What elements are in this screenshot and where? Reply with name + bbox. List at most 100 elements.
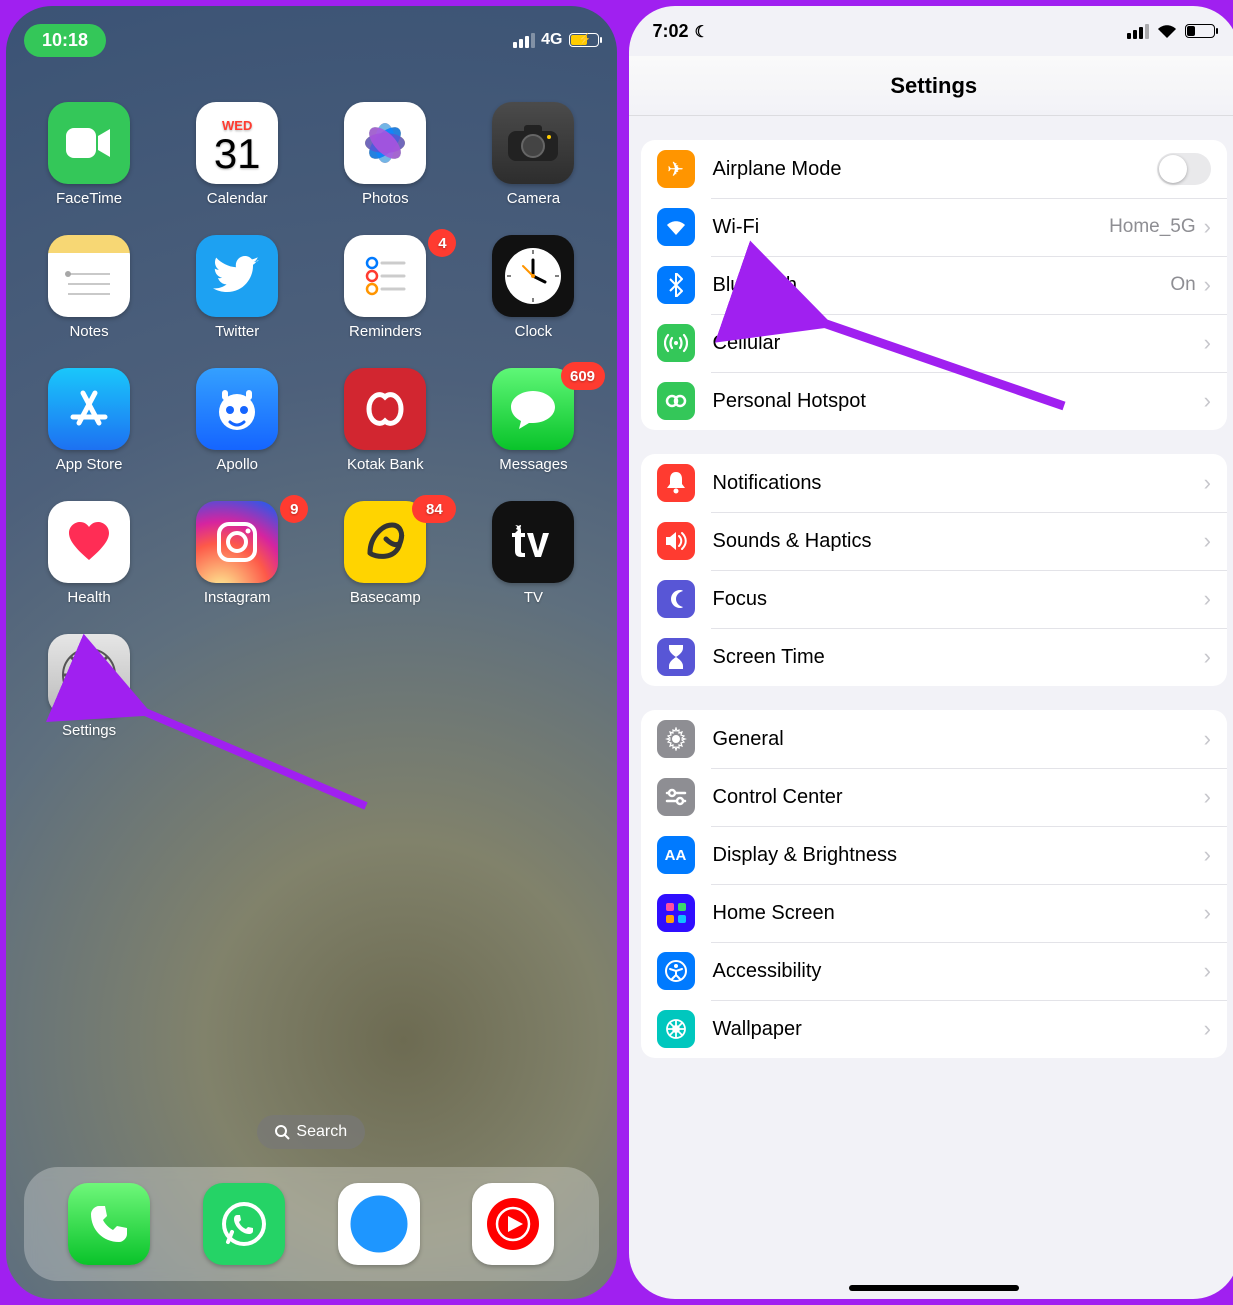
tv-icon: [492, 501, 574, 583]
app-whatsapp[interactable]: [203, 1183, 285, 1265]
app-label: Reminders: [349, 323, 422, 340]
row-value: Home_5G: [1109, 216, 1196, 238]
chevron-right-icon: ›: [1204, 272, 1211, 298]
app-label: Instagram: [204, 589, 271, 606]
cellular-icon: [657, 324, 695, 362]
row-focus[interactable]: Focus›: [641, 570, 1228, 628]
app-settings[interactable]: Settings: [24, 634, 154, 739]
display-icon: AA: [657, 836, 695, 874]
search-icon: [275, 1125, 290, 1140]
app-clock[interactable]: Clock: [468, 235, 598, 340]
page-title: Settings: [629, 56, 1233, 116]
row-label: Wallpaper: [713, 1018, 1204, 1041]
focus-moon-icon: ☾: [695, 24, 709, 41]
app-label: Twitter: [215, 323, 259, 340]
row-sounds[interactable]: Sounds & Haptics›: [641, 512, 1228, 570]
app-instagram[interactable]: 9Instagram: [172, 501, 302, 606]
row-screentime[interactable]: Screen Time›: [641, 628, 1228, 686]
row-airplane[interactable]: ✈ Airplane Mode: [641, 140, 1228, 198]
app-calendar[interactable]: WED31 Calendar: [172, 102, 302, 207]
settings-icon: [48, 634, 130, 716]
row-label: Display & Brightness: [713, 844, 1204, 867]
dock: [24, 1167, 599, 1281]
camera-icon: [492, 102, 574, 184]
app-health[interactable]: Health: [24, 501, 154, 606]
spotlight-search[interactable]: Search: [257, 1115, 365, 1149]
row-accessibility[interactable]: Accessibility›: [641, 942, 1228, 1000]
focus-icon: [657, 580, 695, 618]
app-youtube-music[interactable]: [472, 1183, 554, 1265]
app-notes[interactable]: Notes: [24, 235, 154, 340]
badge: 9: [280, 495, 308, 523]
reminders-icon: [344, 235, 426, 317]
row-label: Personal Hotspot: [713, 390, 1204, 413]
row-label: Accessibility: [713, 960, 1204, 983]
row-display[interactable]: AADisplay & Brightness›: [641, 826, 1228, 884]
app-label: Settings: [62, 722, 116, 739]
app-phone[interactable]: [68, 1183, 150, 1265]
sounds-icon: [657, 522, 695, 560]
instagram-icon: [196, 501, 278, 583]
app-messages[interactable]: 609Messages: [468, 368, 598, 473]
chevron-right-icon: ›: [1204, 388, 1211, 414]
twitter-icon: [196, 235, 278, 317]
row-label: Airplane Mode: [713, 158, 1158, 181]
row-label: Sounds & Haptics: [713, 530, 1204, 553]
settings-group-general: General› Control Center› AADisplay & Bri…: [641, 710, 1228, 1058]
app-facetime[interactable]: FaceTime: [24, 102, 154, 207]
app-label: Calendar: [207, 190, 268, 207]
row-label: Home Screen: [713, 902, 1204, 925]
appstore-icon: [48, 368, 130, 450]
app-grid: FaceTime WED31 Calendar Photos Camera Not…: [24, 102, 599, 739]
app-label: Basecamp: [350, 589, 421, 606]
row-hotspot[interactable]: Personal Hotspot›: [641, 372, 1228, 430]
settings-group-connectivity: ✈ Airplane Mode Wi-FiHome_5G› BluetoothOn…: [641, 140, 1228, 430]
search-label: Search: [296, 1123, 347, 1141]
row-label: Focus: [713, 588, 1204, 611]
app-tv[interactable]: TV: [468, 501, 598, 606]
app-appstore[interactable]: App Store: [24, 368, 154, 473]
app-label: FaceTime: [56, 190, 122, 207]
app-reminders[interactable]: 4Reminders: [320, 235, 450, 340]
app-photos[interactable]: Photos: [320, 102, 450, 207]
apollo-icon: [196, 368, 278, 450]
time-pill[interactable]: 10:18: [24, 24, 106, 57]
row-wallpaper[interactable]: Wallpaper›: [641, 1000, 1228, 1058]
badge: 609: [561, 362, 605, 390]
home-indicator[interactable]: [849, 1285, 1019, 1291]
row-label: Control Center: [713, 786, 1204, 809]
controlcenter-icon: [657, 778, 695, 816]
row-homescreen[interactable]: Home Screen›: [641, 884, 1228, 942]
row-bluetooth[interactable]: BluetoothOn›: [641, 256, 1228, 314]
status-bar: 10:18 4G ⚡: [24, 20, 599, 60]
app-kotak[interactable]: Kotak Bank: [320, 368, 450, 473]
row-label: Screen Time: [713, 646, 1204, 669]
row-label: General: [713, 728, 1204, 751]
chevron-right-icon: ›: [1204, 644, 1211, 670]
clock-icon: [492, 235, 574, 317]
wifi-icon: [657, 208, 695, 246]
settings-screen-phone: 7:02☾ Settings ✈ Airplane Mode Wi-FiHome_…: [629, 6, 1233, 1299]
settings-scroll[interactable]: ✈ Airplane Mode Wi-FiHome_5G› BluetoothOn…: [629, 116, 1233, 1299]
row-wifi[interactable]: Wi-FiHome_5G›: [641, 198, 1228, 256]
app-apollo[interactable]: Apollo: [172, 368, 302, 473]
app-basecamp[interactable]: 84Basecamp: [320, 501, 450, 606]
row-cellular[interactable]: Cellular›: [641, 314, 1228, 372]
row-notifications[interactable]: Notifications›: [641, 454, 1228, 512]
calendar-icon: WED31: [196, 102, 278, 184]
screentime-icon: [657, 638, 695, 676]
status-bar: 7:02☾: [629, 6, 1233, 56]
row-general[interactable]: General›: [641, 710, 1228, 768]
row-controlcenter[interactable]: Control Center›: [641, 768, 1228, 826]
battery-icon: [1185, 24, 1215, 38]
chevron-right-icon: ›: [1204, 1016, 1211, 1042]
airplane-icon: ✈: [657, 150, 695, 188]
row-label: Bluetooth: [713, 274, 1171, 297]
app-camera[interactable]: Camera: [468, 102, 598, 207]
airplane-toggle[interactable]: [1157, 153, 1211, 185]
app-safari[interactable]: [338, 1183, 420, 1265]
accessibility-icon: [657, 952, 695, 990]
general-icon: [657, 720, 695, 758]
kotak-icon: [344, 368, 426, 450]
app-twitter[interactable]: Twitter: [172, 235, 302, 340]
